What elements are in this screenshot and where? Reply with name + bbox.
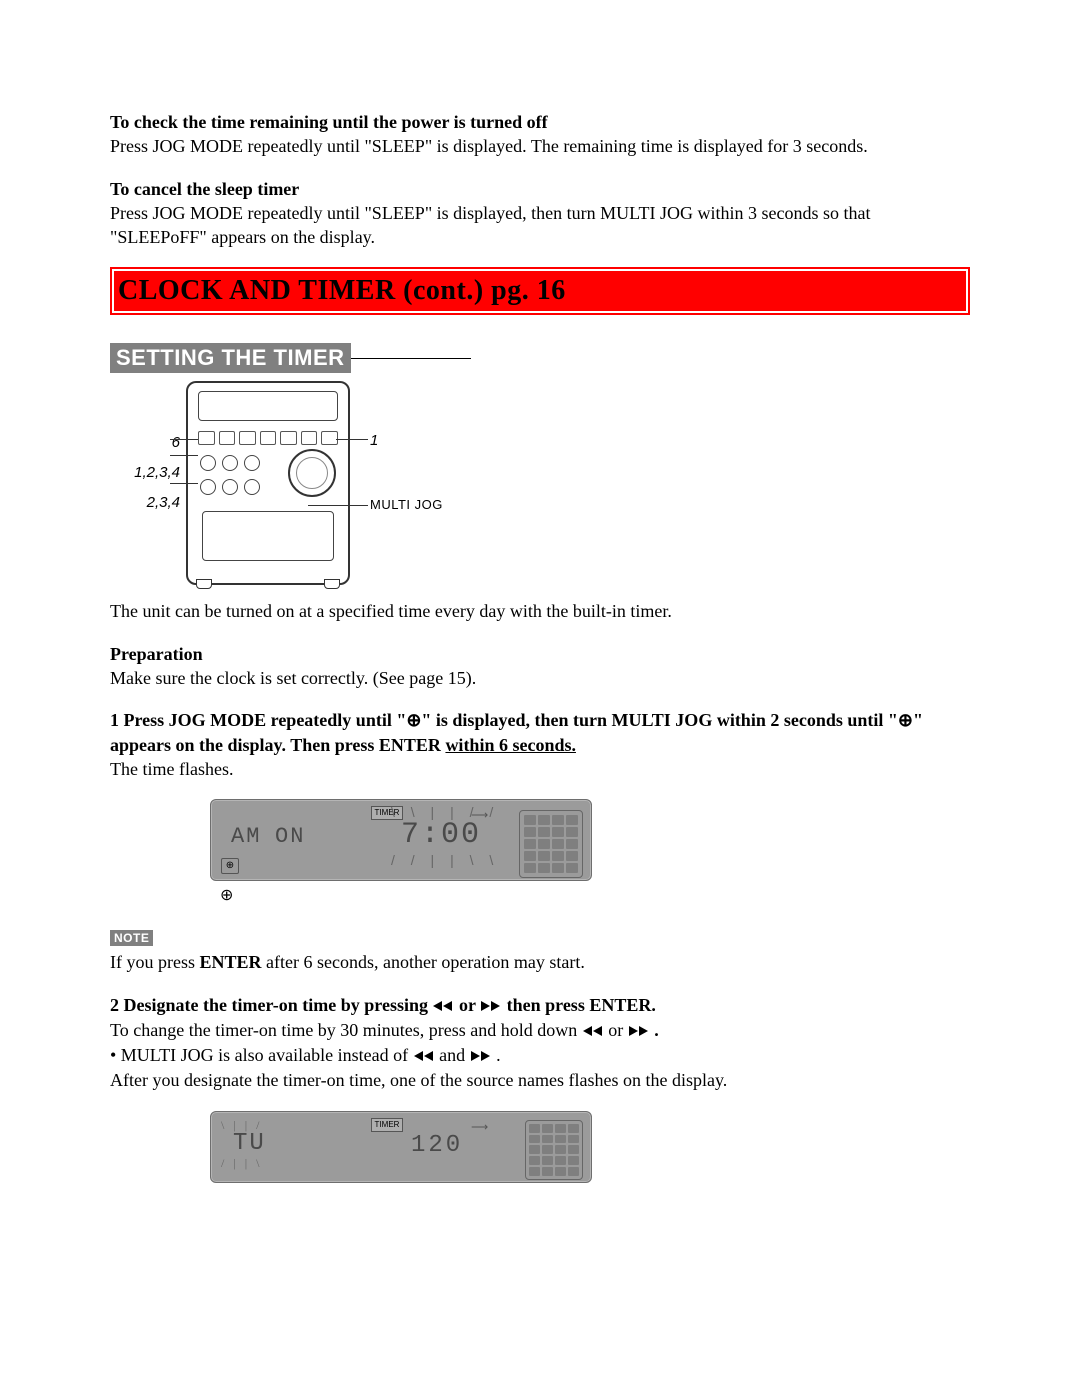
cancel-sleep-body: Press JOG MODE repeatedly until "SLEEP" … bbox=[110, 203, 870, 247]
diagram-left-labels: 6 1,2,3,4 2,3,4 bbox=[110, 381, 180, 521]
lcd2-keypad bbox=[525, 1120, 583, 1180]
cancel-sleep-heading: To cancel the sleep timer bbox=[110, 179, 299, 199]
lcd2-value: 120 bbox=[411, 1132, 463, 1159]
lcd2-source: TU bbox=[233, 1130, 266, 1157]
forward-icon bbox=[628, 1019, 650, 1043]
intro-text: The unit can be turned on at a specified… bbox=[110, 599, 970, 623]
lcd-display-1: TIMER \ \ | | / / AM ON 7:00 ⟶ / / | | \… bbox=[210, 799, 592, 881]
device-body bbox=[186, 381, 350, 585]
diagram-label-6: 6 bbox=[110, 431, 180, 455]
device-mid-knobs bbox=[200, 455, 260, 471]
device-low-knobs bbox=[200, 479, 260, 495]
rewind-icon bbox=[413, 1044, 435, 1068]
cancel-sleep-para: To cancel the sleep timer Press JOG MODE… bbox=[110, 177, 970, 250]
rewind-icon bbox=[582, 1019, 604, 1043]
rewind-icon bbox=[432, 994, 454, 1018]
step-2-bold: 2 Designate the timer-on time by pressin… bbox=[110, 995, 656, 1015]
lcd-display-2: TIMER \ | | / TU / | | \ 120 ⟶ bbox=[210, 1111, 592, 1183]
lcd2-flash-rays-bottom: / | | \ bbox=[221, 1156, 262, 1171]
forward-icon bbox=[480, 994, 502, 1018]
note-body: If you press ENTER after 6 seconds, anot… bbox=[110, 950, 970, 974]
lcd2-timer-tag: TIMER bbox=[371, 1118, 403, 1132]
step-1-underline: within 6 seconds. bbox=[445, 735, 576, 755]
diagram-label-1234: 1,2,3,4 bbox=[110, 461, 180, 485]
lcd1-clock-icon: ⊕ bbox=[221, 858, 239, 874]
diagram-label-1: 1 bbox=[370, 429, 378, 453]
lcd1-on: ON bbox=[275, 824, 305, 849]
sub-heading-rule bbox=[351, 358, 471, 359]
clock-icon: ⊕ bbox=[898, 710, 913, 730]
preparation-body: Make sure the clock is set correctly. (S… bbox=[110, 668, 476, 688]
device-cassette bbox=[202, 511, 334, 561]
device-diagram: 6 1,2,3,4 2,3,4 1 MULTI bbox=[110, 381, 970, 585]
lcd1-under-clock-icon: ⊕ bbox=[220, 885, 970, 905]
preparation-heading: Preparation bbox=[110, 644, 203, 664]
lcd1-flash-rays-bottom: / / | | \ \ bbox=[391, 852, 499, 868]
lcd1-time: 7:00 bbox=[401, 818, 481, 852]
device-cd-slot bbox=[198, 391, 338, 421]
forward-icon bbox=[470, 1044, 492, 1068]
step-2-para: 2 Designate the timer-on time by pressin… bbox=[110, 993, 970, 1093]
diagram-right-labels: 1 MULTI JOG bbox=[356, 381, 476, 429]
clock-icon: ⊕ bbox=[406, 710, 421, 730]
section-banner: CLOCK AND TIMER (cont.) pg. 16 bbox=[110, 267, 970, 315]
lcd2-arrow-icon: ⟶ bbox=[471, 1120, 488, 1135]
check-time-body: Press JOG MODE repeatedly until "SLEEP" … bbox=[110, 136, 868, 156]
section-banner-text: CLOCK AND TIMER (cont.) pg. 16 bbox=[114, 271, 966, 311]
lcd1-am: AM bbox=[231, 824, 261, 849]
check-time-para: To check the time remaining until the po… bbox=[110, 110, 970, 159]
check-time-heading: To check the time remaining until the po… bbox=[110, 112, 548, 132]
lcd1-keypad bbox=[519, 810, 583, 878]
diagram-label-234: 2,3,4 bbox=[110, 491, 180, 515]
preparation-para: Preparation Make sure the clock is set c… bbox=[110, 642, 970, 691]
sub-heading: SETTING THE TIMER bbox=[110, 343, 351, 373]
step-1-para: 1 Press JOG MODE repeatedly until "⊕" is… bbox=[110, 708, 970, 781]
device-multi-jog-knob bbox=[288, 449, 336, 497]
note-badge: NOTE bbox=[110, 930, 153, 946]
device-button-row bbox=[198, 431, 338, 445]
lcd1-arrow-icon: ⟶ bbox=[471, 808, 488, 823]
step-1-body: The time flashes. bbox=[110, 759, 233, 779]
diagram-label-multijog: MULTI JOG bbox=[370, 495, 443, 516]
sub-heading-row: SETTING THE TIMER bbox=[110, 343, 970, 373]
step-1-bold: 1 Press JOG MODE repeatedly until "⊕" is… bbox=[110, 710, 923, 754]
